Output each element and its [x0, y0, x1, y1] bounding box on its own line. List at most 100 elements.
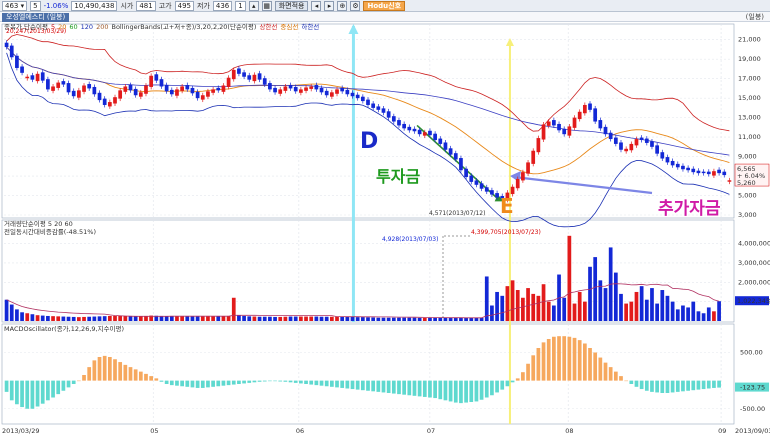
- candle-body: [211, 89, 215, 93]
- volume-marker-a: 4,928(2013/07/03): [382, 236, 438, 243]
- volume-bar: [56, 316, 61, 321]
- candle-body: [366, 99, 370, 105]
- macd-bar: [123, 364, 128, 381]
- candle-body: [650, 141, 654, 147]
- volume-bar: [144, 315, 148, 321]
- candle-body: [293, 86, 298, 92]
- candle-body: [510, 186, 515, 195]
- macd-bar: [619, 376, 623, 381]
- candle-body: [634, 139, 639, 146]
- volume-bar: [639, 286, 644, 321]
- macd-bar: [608, 367, 613, 381]
- macd-bar: [598, 357, 603, 381]
- candle-body: [118, 90, 123, 99]
- candle-body: [474, 180, 479, 185]
- volume-bar: [159, 315, 164, 321]
- candle-body: [9, 45, 14, 58]
- candle-body: [25, 76, 30, 79]
- candle-body: [428, 130, 432, 136]
- macd-bar: [397, 380, 401, 395]
- volume-bar: [195, 316, 200, 321]
- volume-bar: [46, 315, 50, 321]
- price-legend-item: 60: [69, 23, 78, 31]
- volume-bar: [655, 303, 659, 321]
- macd-bar: [25, 380, 30, 409]
- price-legend-item: 20: [58, 23, 67, 31]
- volume-bar: [61, 316, 66, 321]
- price-tick-label: 15,000: [738, 94, 761, 102]
- volume-bar: [391, 317, 396, 321]
- candle-body: [51, 86, 55, 91]
- volume-bar: [366, 317, 370, 321]
- price-legend-item: 상한선: [259, 23, 278, 31]
- candle-body: [412, 128, 417, 132]
- macd-bar: [376, 380, 381, 392]
- handwritten-investment: 투자금: [376, 167, 420, 186]
- volume-bar: [417, 317, 422, 321]
- macd-bar: [87, 367, 92, 381]
- macd-bar: [304, 380, 308, 384]
- macd-bar: [469, 380, 474, 402]
- macd-current-label: -123.75: [740, 384, 765, 392]
- volume-bar: [603, 288, 608, 321]
- macd-bar: [82, 375, 86, 381]
- price-tick-label: 9,000: [738, 153, 757, 161]
- macd-bar: [268, 380, 272, 382]
- macd-bar: [696, 380, 701, 390]
- price-legend-item: 종목가,단순이평: [4, 23, 48, 31]
- candle-body: [660, 152, 665, 159]
- candle-body: [459, 158, 463, 171]
- volume-bar: [299, 316, 303, 321]
- macd-bar: [51, 380, 55, 398]
- macd-bar: [71, 380, 76, 384]
- price-legend-item: 200: [96, 23, 109, 31]
- candle-body: [422, 132, 427, 136]
- candle-body: [397, 120, 401, 126]
- volume-bar: [500, 295, 505, 321]
- candle-body: [200, 95, 205, 100]
- volume-bar: [577, 291, 582, 321]
- volume-bar: [97, 316, 102, 321]
- candle-body: [107, 102, 112, 107]
- volume-bar: [675, 309, 680, 321]
- volume-bar: [169, 316, 174, 321]
- volume-bar: [448, 317, 453, 321]
- candle-body: [670, 160, 675, 166]
- volume-bar: [562, 297, 567, 321]
- volume-bar: [200, 316, 205, 321]
- macd-bar: [681, 380, 685, 392]
- candle-body: [624, 148, 629, 152]
- macd-bar: [360, 380, 365, 391]
- volume-bar: [505, 286, 510, 321]
- macd-bar: [299, 380, 303, 384]
- candle-body: [56, 82, 61, 88]
- date-end-label: 2013/09/03: [735, 427, 770, 435]
- stock-chart[interactable]: 21,000 19,000 17,000 15,000 13,000 11,000 9,00…: [0, 0, 770, 440]
- volume-bar: [288, 316, 293, 321]
- candle-body: [546, 121, 551, 126]
- handwritten-d: D: [360, 129, 378, 154]
- candle-body: [391, 116, 396, 122]
- macd-bar: [536, 348, 541, 381]
- macd-bar: [4, 380, 9, 392]
- candle-body: [299, 89, 303, 93]
- candle-body: [376, 106, 381, 110]
- macd-bar: [510, 380, 515, 383]
- volume-bar: [422, 317, 427, 321]
- volume-bar: [340, 316, 345, 321]
- macd-bar: [521, 372, 525, 381]
- macd-bar: [237, 380, 241, 384]
- candle-body: [309, 86, 314, 89]
- price-legend-item: 하한선: [301, 23, 320, 31]
- volume-bar: [304, 316, 308, 321]
- macd-bar: [340, 380, 345, 388]
- macd-bar: [107, 357, 112, 381]
- candle-body: [87, 84, 92, 89]
- macd-bar: [433, 380, 437, 399]
- volume-bar: [624, 303, 629, 321]
- candle-body: [572, 117, 577, 128]
- price-tick-label: 5,000: [738, 192, 757, 200]
- volume-bar: [350, 316, 355, 321]
- macd-bar: [567, 336, 572, 381]
- macd-bar: [644, 380, 649, 391]
